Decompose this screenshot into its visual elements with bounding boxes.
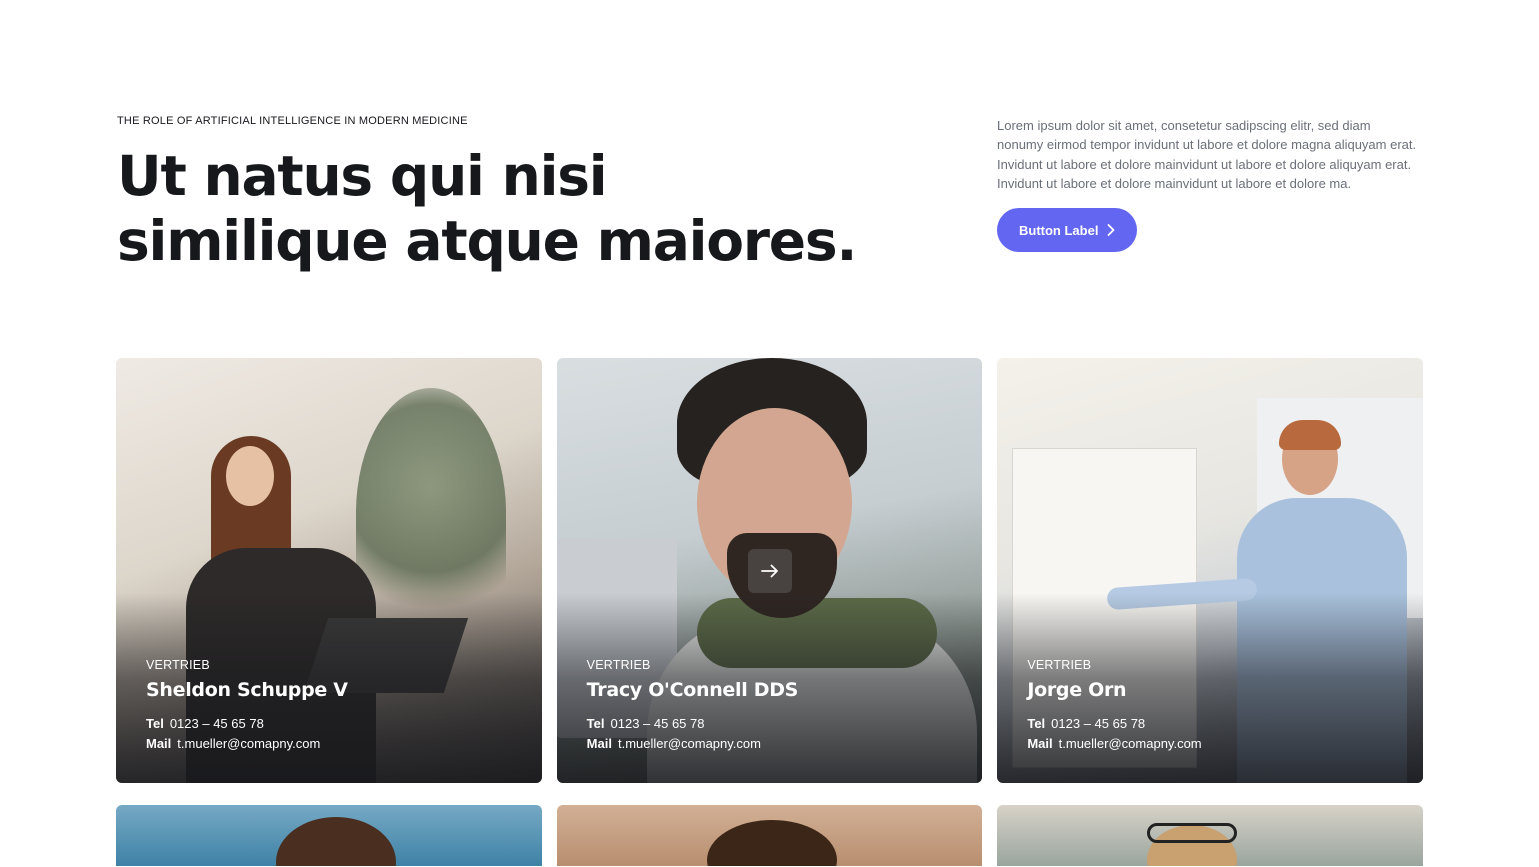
department-label: VERTRIEB	[1027, 658, 1092, 672]
team-card[interactable]	[556, 805, 983, 866]
hero-heading-block: THE ROLE OF ARTIFICIAL INTELLIGENCE IN M…	[117, 114, 877, 274]
photo-detail	[226, 446, 274, 506]
phone-number[interactable]: 0123 – 45 65 78	[611, 716, 705, 731]
arrow-right-icon	[760, 564, 778, 578]
team-card[interactable]: VERTRIEB Jorge Orn Tel 0123 – 45 65 78 Ma…	[997, 358, 1424, 783]
mail-label: Mail	[146, 735, 172, 751]
phone-label: Tel	[586, 716, 605, 731]
page: THE ROLE OF ARTIFICIAL INTELLIGENCE IN M…	[0, 0, 1539, 867]
phone-line: Tel 0123 – 45 65 78	[587, 714, 963, 734]
page-title: Ut natus qui nisi similique atque maiore…	[117, 144, 857, 273]
contact-details: Tel 0123 – 45 65 78 Mail t.mueller@comapny…	[146, 714, 522, 753]
photo-detail	[1279, 420, 1342, 450]
card-info: VERTRIEB Sheldon Schuppe V Tel 0123 – 45 …	[146, 657, 522, 753]
phone-label: Tel	[146, 716, 164, 731]
team-card[interactable]: VERTRIEB Sheldon Schuppe V Tel 0123 – 45 …	[116, 358, 542, 783]
email-link[interactable]: t.mueller@comapny.com	[1059, 736, 1202, 751]
team-row	[116, 805, 1424, 866]
mail-line: Mail t.mueller@comapny.com	[587, 734, 963, 754]
contact-details: Tel 0123 – 45 65 78 Mail t.mueller@comapny…	[587, 714, 963, 753]
intro-text: Lorem ipsum dolor sit amet, consetetur s…	[997, 118, 1417, 191]
team-grid: VERTRIEB Sheldon Schuppe V Tel 0123 – 45 …	[116, 358, 1424, 866]
team-row: VERTRIEB Sheldon Schuppe V Tel 0123 – 45 …	[116, 358, 1424, 783]
department-label: VERTRIEB	[586, 658, 651, 672]
team-card[interactable]	[997, 805, 1424, 866]
card-info: VERTRIEB Tracy O'Connell DDS Tel 0123 – 4…	[587, 657, 963, 753]
mail-line: Mail t.mueller@comapny.com	[146, 734, 522, 754]
card-link-button[interactable]	[747, 549, 792, 593]
email-link[interactable]: t.mueller@comapny.com	[177, 736, 320, 751]
phone-number[interactable]: 0123 – 45 65 78	[1051, 716, 1145, 731]
team-card[interactable]: VERTRIEB Tracy O'Connell DDS Tel 0123 – 4…	[556, 358, 983, 783]
team-card[interactable]	[116, 805, 542, 866]
cta-button-label: Button Label	[1019, 222, 1099, 238]
chevron-right-icon	[1108, 224, 1115, 237]
photo-detail	[706, 820, 837, 866]
phone-line: Tel 0123 – 45 65 78	[1027, 714, 1403, 734]
mail-line: Mail t.mueller@comapny.com	[1027, 734, 1403, 754]
phone-number[interactable]: 0123 – 45 65 78	[170, 716, 264, 731]
team-member-photo	[556, 805, 983, 866]
email-link[interactable]: t.mueller@comapny.com	[618, 736, 761, 751]
phone-line: Tel 0123 – 45 65 78	[146, 714, 522, 734]
photo-detail	[1147, 823, 1238, 843]
eyebrow-label: THE ROLE OF ARTIFICIAL INTELLIGENCE IN M…	[117, 115, 468, 127]
department-label: VERTRIEB	[146, 658, 210, 672]
team-member-photo	[997, 805, 1424, 866]
mail-label: Mail	[586, 735, 612, 751]
member-name: Jorge Orn	[1027, 679, 1127, 701]
photo-detail	[276, 817, 396, 866]
mail-label: Mail	[1027, 735, 1053, 751]
card-info: VERTRIEB Jorge Orn Tel 0123 – 45 65 78 Ma…	[1027, 657, 1403, 753]
contact-details: Tel 0123 – 45 65 78 Mail t.mueller@comapny…	[1027, 714, 1403, 753]
hero-intro-block: Lorem ipsum dolor sit amet, consetetur s…	[997, 116, 1417, 253]
team-member-photo	[116, 805, 542, 866]
primary-cta-button[interactable]: Button Label	[997, 208, 1138, 253]
phone-label: Tel	[1027, 716, 1046, 731]
member-name: Sheldon Schuppe V	[146, 679, 348, 701]
member-name: Tracy O'Connell DDS	[586, 679, 799, 701]
